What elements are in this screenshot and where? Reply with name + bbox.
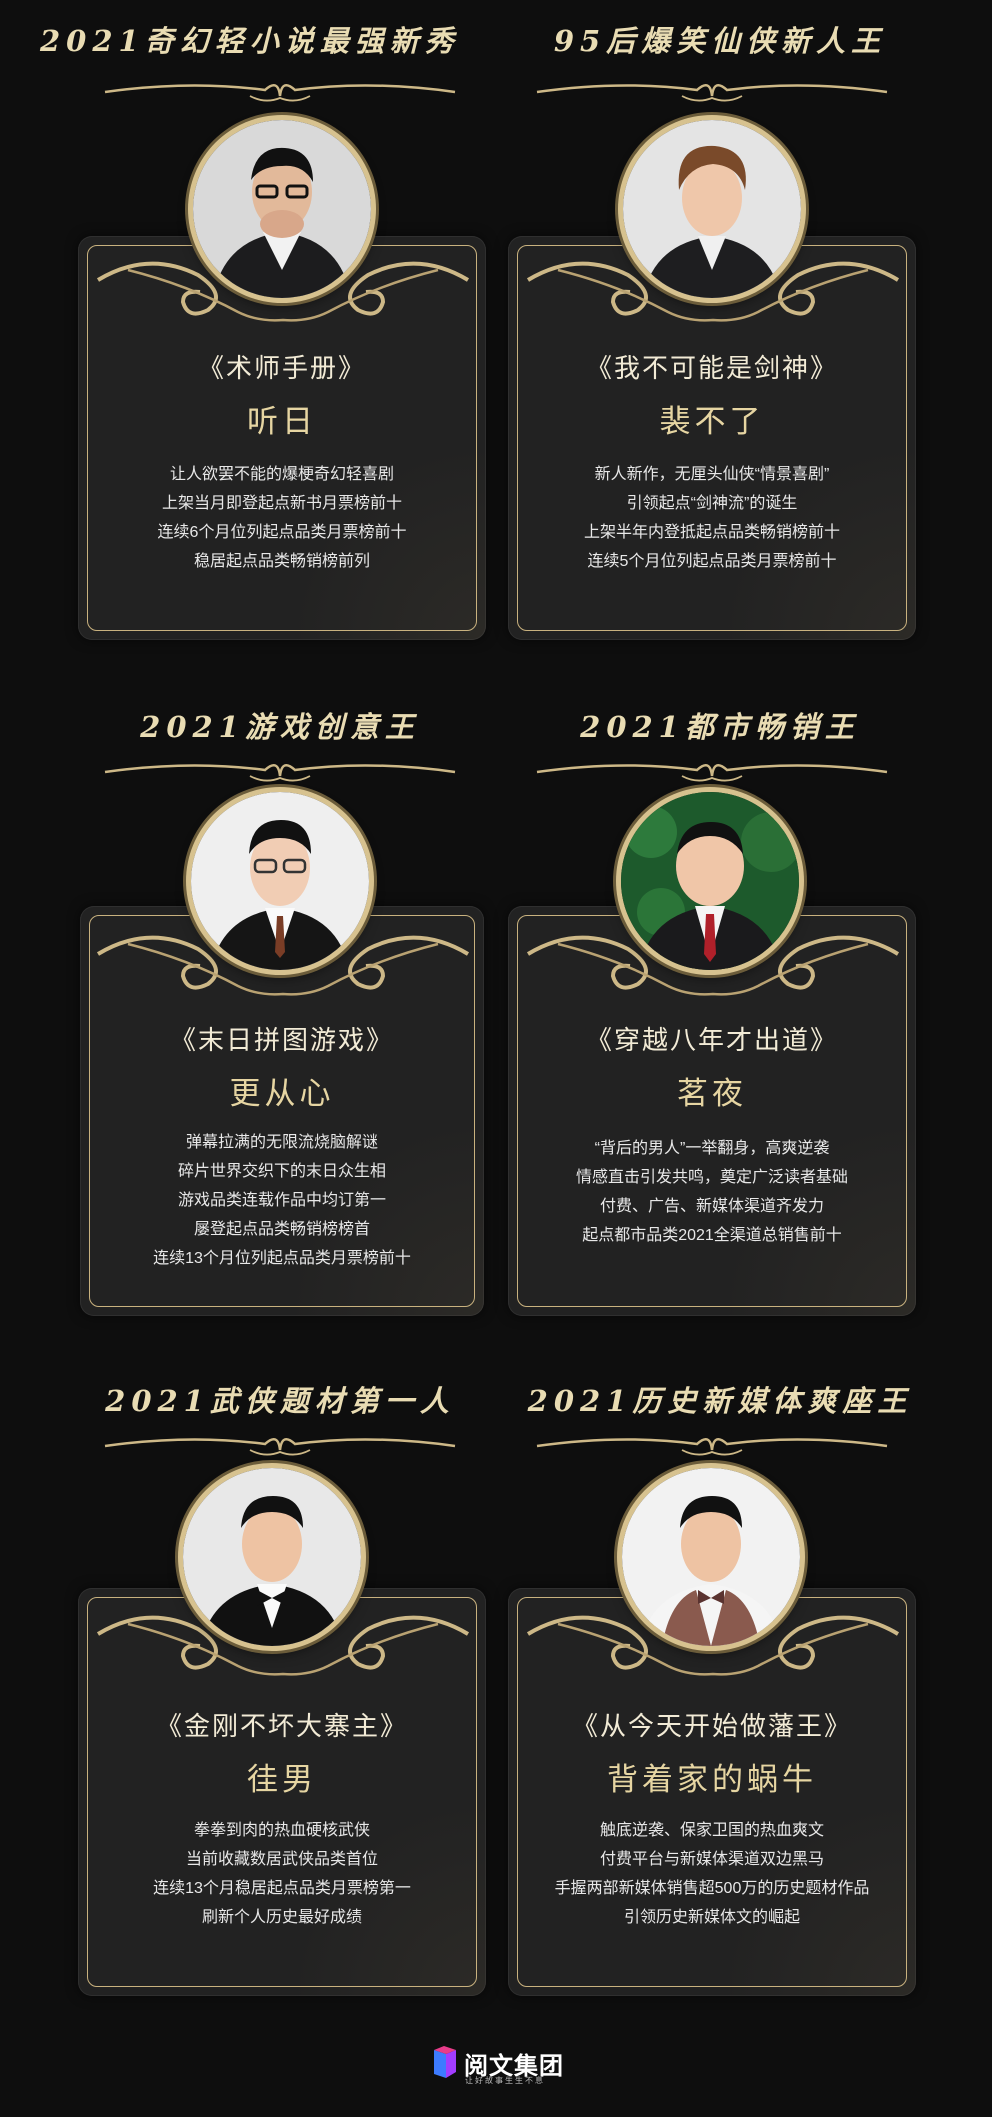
- author-name: 更从心: [229, 1076, 335, 1112]
- author-portrait-icon: [621, 792, 799, 970]
- description-line: 付费、广告、新媒体渠道齐发力: [599, 1198, 824, 1215]
- award-title: 95后爆笑仙侠新人王: [553, 24, 887, 58]
- description-line: 情感直击引发共鸣，奠定广泛读者基础: [575, 1169, 848, 1186]
- author-portrait-icon: [622, 1468, 800, 1646]
- author-portrait-icon: [193, 120, 371, 298]
- book-title: 《金刚不坏大寨主》: [155, 1712, 408, 1742]
- author-portrait-icon: [191, 792, 369, 970]
- description: 触底逆袭、保家卫国的热血爽文 付费平台与新媒体渠道双边黑马 手握两部新媒体销售超…: [508, 1816, 916, 1932]
- title-flourish-icon: [104, 1437, 456, 1456]
- title-flourish-icon: [536, 83, 888, 102]
- description-line: 碎片世界交织下的末日众生相: [177, 1163, 386, 1180]
- description-line: 屡登起点品类畅销榜榜首: [193, 1221, 370, 1238]
- description-line: 拳拳到肉的热血硬核武侠: [193, 1822, 370, 1839]
- description-line: 新人新作，无厘头仙侠“情景喜剧”: [594, 466, 830, 483]
- title-flourish-icon: [104, 83, 456, 102]
- description-line: 手握两部新媒体销售超500万的历史题材作品: [554, 1880, 870, 1897]
- description: 新人新作，无厘头仙侠“情景喜剧” 引领起点“剑神流”的诞生 上架半年内登抵起点品…: [508, 460, 916, 576]
- description-line: 触底逆袭、保家卫国的热血爽文: [599, 1822, 824, 1839]
- description: 拳拳到肉的热血硬核武侠 当前收藏数居武侠品类首位 连续13个月稳居起点品类月票榜…: [78, 1816, 486, 1932]
- award-title: 2021奇幻轻小说最强新秀: [40, 24, 460, 58]
- description-line: 弹幕拉满的无限流烧脑解谜: [185, 1134, 378, 1151]
- book-title: 《从今天开始做藩王》: [571, 1712, 852, 1742]
- award-title: 2021都市畅销王: [580, 710, 860, 744]
- award-title: 2021历史新媒体爽座王: [527, 1384, 913, 1418]
- description: 让人欲罢不能的爆梗奇幻轻喜剧 上架当月即登起点新书月票榜前十 连续6个月位列起点…: [78, 460, 486, 576]
- description-line: “背后的男人”一举翻身，高爽逆袭: [594, 1140, 830, 1157]
- book-title: 《我不可能是剑神》: [585, 354, 838, 384]
- description: “背后的男人”一举翻身，高爽逆袭 情感直击引发共鸣，奠定广泛读者基础 付费、广告…: [508, 1134, 916, 1250]
- author-avatar: [193, 120, 371, 298]
- author-avatar: [622, 1468, 800, 1646]
- book-title: 《穿越八年才出道》: [585, 1026, 838, 1056]
- description-line: 让人欲罢不能的爆梗奇幻轻喜剧: [169, 466, 394, 483]
- award-title: 2021武侠题材第一人: [105, 1384, 455, 1418]
- book-title: 《术师手册》: [197, 354, 366, 384]
- brand-slogan: 让好故事生生不息: [465, 2076, 545, 2085]
- description-line: 连续13个月稳居起点品类月票榜第一: [153, 1880, 411, 1897]
- author-name: 背着家的蜗牛: [607, 1762, 817, 1798]
- award-title: 2021游戏创意王: [140, 710, 420, 744]
- author-avatar: [621, 792, 799, 970]
- description: 弹幕拉满的无限流烧脑解谜 碎片世界交织下的末日众生相 游戏品类连载作品中均订第一…: [80, 1128, 484, 1273]
- title-flourish-icon: [536, 763, 888, 782]
- description-line: 起点都市品类2021全渠道总销售前十: [582, 1227, 842, 1244]
- author-name: 裴不了: [659, 404, 765, 440]
- description-line: 当前收藏数居武侠品类首位: [185, 1851, 378, 1868]
- author-name: 听日: [247, 404, 317, 440]
- description-line: 引领起点“剑神流”的诞生: [626, 495, 798, 512]
- description-line: 刷新个人历史最好成绩: [201, 1909, 362, 1926]
- description-line: 上架半年内登抵起点品类畅销榜前十: [583, 524, 840, 541]
- author-avatar: [183, 1468, 361, 1646]
- description-line: 上架当月即登起点新书月票榜前十: [161, 495, 402, 512]
- description-line: 稳居起点品类畅销榜前列: [193, 553, 370, 570]
- description-line: 连续13个月位列起点品类月票榜前十: [153, 1250, 411, 1267]
- author-name: 茗夜: [677, 1076, 747, 1112]
- footer-logo: 阅文集团 让好故事生生不息: [432, 2040, 572, 2090]
- title-flourish-icon: [536, 1437, 888, 1456]
- description-line: 连续6个月位列起点品类月票榜前十: [157, 524, 407, 541]
- author-name: 徍男: [247, 1762, 317, 1798]
- description-line: 连续5个月位列起点品类月票榜前十: [587, 553, 837, 570]
- description-line: 引领历史新媒体文的崛起: [623, 1909, 800, 1926]
- author-portrait-icon: [623, 120, 801, 298]
- description-line: 游戏品类连载作品中均订第一: [177, 1192, 386, 1209]
- author-avatar: [191, 792, 369, 970]
- book-title: 《末日拼图游戏》: [169, 1026, 394, 1056]
- author-avatar: [623, 120, 801, 298]
- author-portrait-icon: [183, 1468, 361, 1646]
- yuewen-logo-icon: [434, 2046, 456, 2078]
- description-line: 付费平台与新媒体渠道双边黑马: [599, 1851, 824, 1868]
- title-flourish-icon: [104, 763, 456, 782]
